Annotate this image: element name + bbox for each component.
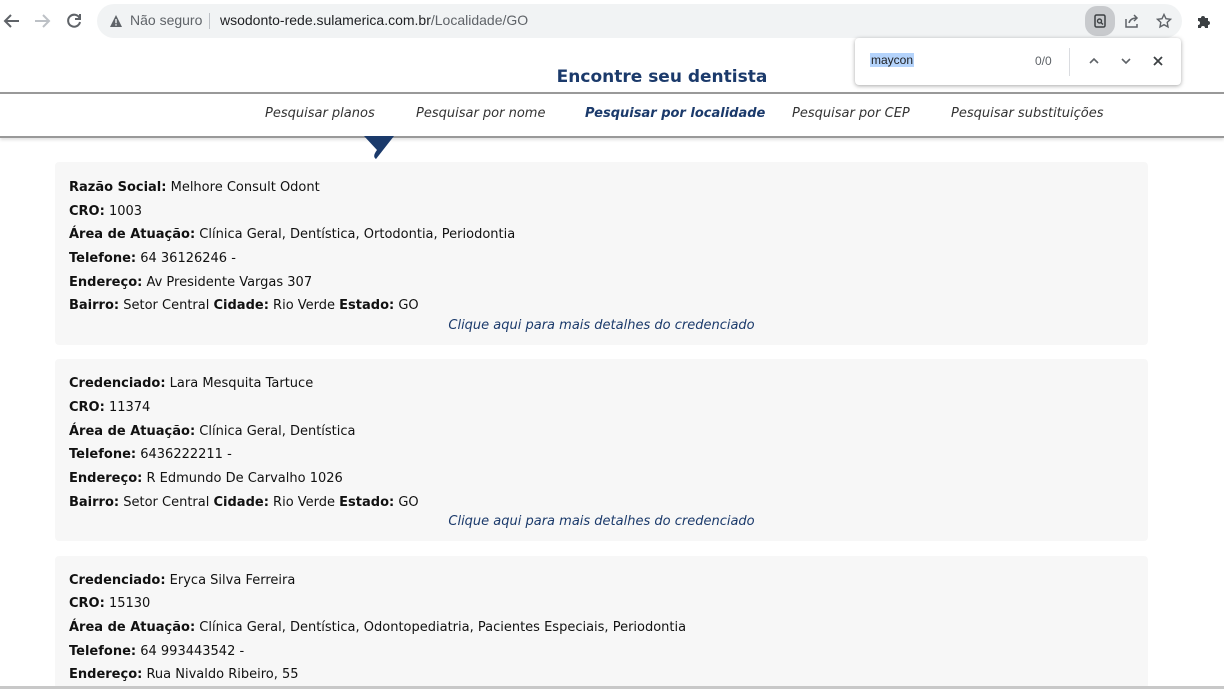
- result-card: Credenciado: Lara Mesquita Tartuce CRO: …: [55, 359, 1148, 541]
- address-bar[interactable]: Não seguro wsodonto-rede.sulamerica.com.…: [97, 4, 1182, 38]
- field-value: Rio Verde: [273, 495, 336, 510]
- tab-pesquisar-substituicoes[interactable]: Pesquisar substituições: [951, 106, 1104, 121]
- field-value: GO: [398, 495, 419, 510]
- field-label: Razão Social:: [69, 180, 167, 195]
- active-tab-pointer: [364, 136, 394, 164]
- url-path: /Localidade/GO: [430, 12, 529, 28]
- field-label: CRO:: [69, 596, 105, 611]
- field-value: Rua Nivaldo Ribeiro, 55: [146, 667, 299, 682]
- field-label: Endereço:: [69, 275, 143, 290]
- field-label: Cidade:: [213, 298, 269, 313]
- star-icon[interactable]: [1152, 9, 1176, 33]
- name-row: Credenciado: Eryca Silva Ferreira: [69, 573, 295, 588]
- field-label: Endereço:: [69, 667, 143, 682]
- field-value: Clínica Geral, Dentística: [199, 424, 356, 439]
- field-value: 1003: [108, 204, 143, 219]
- details-link[interactable]: Clique aqui para mais detalhes do creden…: [55, 318, 1148, 333]
- search-tabs: Pesquisar planos Pesquisar por nome Pesq…: [0, 92, 1224, 138]
- forward-arrow-icon[interactable]: [30, 9, 54, 33]
- chevron-up-icon[interactable]: [1083, 50, 1105, 72]
- details-link[interactable]: Clique aqui para mais detalhes do creden…: [55, 514, 1148, 529]
- cro-row: CRO: 15130: [69, 596, 150, 611]
- name-row: Razão Social: Melhore Consult Odont: [69, 180, 320, 195]
- puzzle-icon[interactable]: [1192, 9, 1216, 33]
- field-label: CRO:: [69, 400, 105, 415]
- field-value: R Edmundo De Carvalho 1026: [146, 471, 343, 486]
- name-row: Credenciado: Lara Mesquita Tartuce: [69, 376, 313, 391]
- field-label: Telefone:: [69, 447, 137, 462]
- browser-toolbar: Não seguro wsodonto-rede.sulamerica.com.…: [0, 0, 1224, 42]
- endereco-row: Endereço: Av Presidente Vargas 307: [69, 275, 312, 290]
- cro-row: CRO: 11374: [69, 400, 150, 415]
- back-arrow-icon[interactable]: [0, 9, 24, 33]
- find-divider: [1069, 48, 1070, 76]
- url-text[interactable]: wsodonto-rede.sulamerica.com.br/Localida…: [220, 12, 528, 28]
- url-host: wsodonto-rede.sulamerica.com.br: [220, 12, 431, 28]
- field-value: Rio Verde: [273, 298, 336, 313]
- find-query: maycon: [870, 53, 915, 67]
- cro-row: CRO: 1003: [69, 204, 142, 219]
- field-value: Clínica Geral, Dentística, Ortodontia, P…: [199, 227, 516, 242]
- endereco-row: Endereço: R Edmundo De Carvalho 1026: [69, 471, 343, 486]
- field-value: Eryca Silva Ferreira: [169, 573, 296, 588]
- field-value: 64 993443542 -: [140, 644, 245, 659]
- find-input[interactable]: maycon: [870, 53, 915, 67]
- field-label: Bairro:: [69, 298, 120, 313]
- find-icon[interactable]: [1085, 6, 1115, 36]
- field-value: 64 36126246 -: [140, 251, 236, 266]
- field-label: Área de Atuação:: [69, 424, 196, 439]
- tab-pesquisar-por-localidade[interactable]: Pesquisar por localidade: [585, 106, 765, 121]
- telefone-row: Telefone: 6436222211 -: [69, 447, 232, 462]
- field-label: Telefone:: [69, 251, 137, 266]
- location-row: Bairro: Setor Central Cidade: Rio Verde …: [69, 298, 419, 313]
- tab-pesquisar-por-cep[interactable]: Pesquisar por CEP: [792, 106, 910, 121]
- result-card: Credenciado: Eryca Silva Ferreira CRO: 1…: [55, 556, 1148, 689]
- field-value: GO: [398, 298, 419, 313]
- telefone-row: Telefone: 64 993443542 -: [69, 644, 244, 659]
- field-value: Setor Central: [123, 298, 210, 313]
- field-label: Bairro:: [69, 495, 120, 510]
- share-icon[interactable]: [1120, 9, 1144, 33]
- chevron-down-icon[interactable]: [1115, 50, 1137, 72]
- field-value: Av Presidente Vargas 307: [146, 275, 313, 290]
- area-row: Área de Atuação: Clínica Geral, Dentísti…: [69, 620, 686, 635]
- field-value: Melhore Consult Odont: [170, 180, 320, 195]
- reload-icon[interactable]: [62, 9, 86, 33]
- field-label: Credenciado:: [69, 376, 166, 391]
- field-label: Telefone:: [69, 644, 137, 659]
- warning-icon[interactable]: [109, 13, 123, 32]
- close-icon[interactable]: [1147, 50, 1169, 72]
- area-row: Área de Atuação: Clínica Geral, Dentísti…: [69, 424, 356, 439]
- tab-pesquisar-planos[interactable]: Pesquisar planos: [265, 106, 375, 121]
- omnibox-divider: [209, 13, 210, 29]
- result-card: Razão Social: Melhore Consult Odont CRO:…: [55, 162, 1148, 345]
- field-label: Área de Atuação:: [69, 227, 196, 242]
- tab-pesquisar-por-nome[interactable]: Pesquisar por nome: [416, 106, 545, 121]
- field-value: Clínica Geral, Dentística, Odontopediatr…: [199, 620, 687, 635]
- field-value: 11374: [108, 400, 151, 415]
- field-label: Área de Atuação:: [69, 620, 196, 635]
- security-label[interactable]: Não seguro: [130, 12, 202, 28]
- field-value: Setor Central: [123, 495, 210, 510]
- find-match-count: 0/0: [1035, 54, 1052, 68]
- field-label: Estado:: [339, 298, 395, 313]
- endereco-row: Endereço: Rua Nivaldo Ribeiro, 55: [69, 667, 299, 682]
- telefone-row: Telefone: 64 36126246 -: [69, 251, 236, 266]
- area-row: Área de Atuação: Clínica Geral, Dentísti…: [69, 227, 515, 242]
- field-value: 15130: [108, 596, 151, 611]
- field-label: Estado:: [339, 495, 395, 510]
- field-label: Cidade:: [213, 495, 269, 510]
- field-value: 6436222211 -: [140, 447, 232, 462]
- location-row: Bairro: Setor Central Cidade: Rio Verde …: [69, 495, 419, 510]
- find-bar: maycon 0/0: [855, 38, 1181, 85]
- field-label: Credenciado:: [69, 573, 166, 588]
- field-label: CRO:: [69, 204, 105, 219]
- field-value: Lara Mesquita Tartuce: [169, 376, 314, 391]
- field-label: Endereço:: [69, 471, 143, 486]
